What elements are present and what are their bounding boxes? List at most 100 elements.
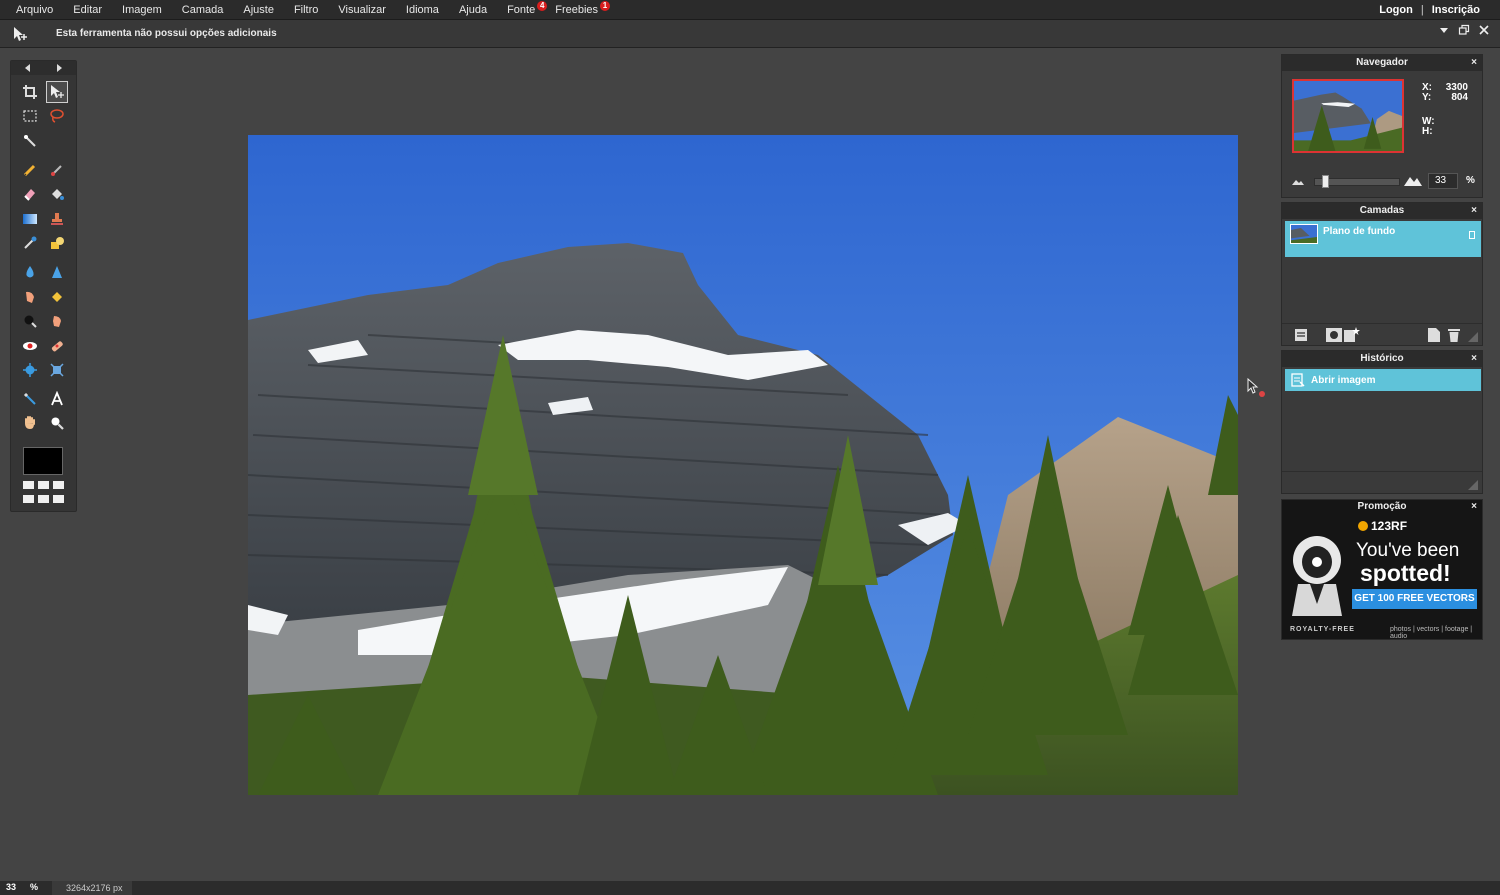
dodge-tool[interactable] xyxy=(46,310,68,332)
marquee-tool[interactable] xyxy=(19,105,41,127)
layers-close-icon[interactable]: × xyxy=(1471,203,1477,219)
magic-wand-tool[interactable] xyxy=(19,130,41,152)
menu-filtro[interactable]: Filtro xyxy=(284,0,328,20)
menu-fonte[interactable]: Fonte 4 xyxy=(497,0,548,20)
navigator-close-icon[interactable]: × xyxy=(1471,55,1477,71)
lasso-icon xyxy=(50,109,64,123)
crop-tool[interactable] xyxy=(19,81,41,103)
spy-mascot-icon xyxy=(1292,536,1342,616)
zoom-unit: % xyxy=(1466,175,1475,186)
hand-tool[interactable] xyxy=(19,412,41,434)
magnifier-icon xyxy=(51,417,64,430)
menu-camada[interactable]: Camada xyxy=(172,0,234,20)
collapse-left-icon[interactable] xyxy=(24,64,30,72)
history-close-icon[interactable]: × xyxy=(1471,351,1477,367)
zoom-input[interactable]: 33 xyxy=(1428,173,1458,189)
move-icon xyxy=(51,85,64,98)
navigator-preview xyxy=(1294,81,1402,151)
sharpen-tool[interactable] xyxy=(46,261,68,283)
burn-tool[interactable] xyxy=(19,310,41,332)
image-dimensions: 3264x2176 px xyxy=(52,881,132,895)
cursor-y: 804 xyxy=(1451,92,1468,103)
promo-brand[interactable]: 123RF xyxy=(1358,519,1407,533)
burn-icon xyxy=(24,315,37,328)
resize-grip-icon[interactable] xyxy=(1468,480,1478,490)
freebies-badge: 1 xyxy=(600,0,611,11)
move-tool-icon xyxy=(14,26,27,41)
layer-properties-icon[interactable] xyxy=(1294,328,1308,342)
signup-link[interactable]: Inscrição xyxy=(1432,4,1480,16)
magic-wand-icon xyxy=(24,135,36,147)
trash-icon[interactable] xyxy=(1448,328,1460,342)
eyedropper-tool[interactable] xyxy=(19,388,41,410)
zoom-out-mountain-icon[interactable] xyxy=(1292,176,1304,186)
move-tool[interactable] xyxy=(46,81,68,103)
menu-editar[interactable]: Editar xyxy=(63,0,112,20)
brand-logo-icon xyxy=(1358,521,1368,531)
history-item[interactable]: Abrir imagem xyxy=(1285,369,1481,391)
menu-visualizar[interactable]: Visualizar xyxy=(328,0,396,20)
color-replace-icon xyxy=(24,236,37,249)
resize-grip-icon[interactable] xyxy=(1468,332,1478,342)
layer-mask-icon[interactable] xyxy=(1326,328,1342,342)
pinch-tool[interactable] xyxy=(46,359,68,381)
promo-cta-button[interactable]: GET 100 FREE VECTORS xyxy=(1352,589,1477,609)
menu-imagem[interactable]: Imagem xyxy=(112,0,172,20)
promo-close-icon[interactable]: × xyxy=(1471,500,1477,514)
blur-tool[interactable] xyxy=(19,261,41,283)
history-entry: Abrir imagem xyxy=(1311,374,1376,386)
bloat-tool[interactable] xyxy=(19,359,41,381)
layer-effects-icon[interactable] xyxy=(1344,327,1360,343)
color-replace-tool[interactable] xyxy=(19,232,41,254)
menu-idioma[interactable]: Idioma xyxy=(396,0,449,20)
new-layer-icon[interactable] xyxy=(1428,328,1440,342)
shape-tool[interactable] xyxy=(46,232,68,254)
bucket-tool[interactable] xyxy=(46,183,68,205)
layer-name: Plano de fundo xyxy=(1323,226,1396,237)
layer-item[interactable]: Plano de fundo xyxy=(1285,221,1481,257)
sponge-tool[interactable] xyxy=(46,286,68,308)
status-zoom-unit: % xyxy=(30,882,39,892)
chevron-down-icon[interactable] xyxy=(1438,24,1450,36)
menu-freebies[interactable]: Freebies 1 xyxy=(545,0,611,20)
navigator-panel: Navegador × X: 3300 Y: 804 W: H: 33 % xyxy=(1281,54,1483,198)
login-link[interactable]: Logon xyxy=(1379,4,1413,16)
layer-thumbnail xyxy=(1290,224,1318,244)
history-footer xyxy=(1282,471,1482,493)
tool-grid-icon[interactable] xyxy=(23,481,64,505)
navigator-header: Navegador × xyxy=(1282,55,1482,71)
collapse-right-icon[interactable] xyxy=(57,64,63,72)
menubar: Arquivo Editar Imagem Camada Ajuste Filt… xyxy=(0,0,1500,20)
zoom-tool[interactable] xyxy=(46,412,68,434)
zoom-control: 33 % xyxy=(1292,173,1478,189)
zoom-in-mountain-icon[interactable] xyxy=(1404,173,1422,187)
zoom-slider-thumb[interactable] xyxy=(1322,175,1329,188)
lasso-tool[interactable] xyxy=(46,105,68,127)
menu-ajuda[interactable]: Ajuda xyxy=(449,0,497,20)
brush-tool[interactable] xyxy=(46,159,68,181)
pencil-icon xyxy=(23,164,36,177)
promo-royalty: ROYALTY-FREE xyxy=(1290,626,1355,633)
eraser-tool[interactable] xyxy=(19,183,41,205)
gradient-tool[interactable] xyxy=(19,208,41,230)
smudge-tool[interactable] xyxy=(19,286,41,308)
foreground-color-swatch[interactable] xyxy=(23,447,63,475)
close-window-icon[interactable] xyxy=(1478,24,1490,36)
navigator-thumbnail[interactable] xyxy=(1292,79,1404,153)
red-eye-tool[interactable] xyxy=(19,335,41,357)
image-canvas[interactable] xyxy=(248,135,1238,795)
status-zoom[interactable]: 33 xyxy=(6,882,16,892)
eyedropper-icon xyxy=(23,392,36,405)
restore-window-icon[interactable] xyxy=(1458,24,1470,36)
pencil-tool[interactable] xyxy=(19,159,41,181)
main-menu: Arquivo Editar Imagem Camada Ajuste Filt… xyxy=(0,0,611,20)
stamp-tool[interactable] xyxy=(46,208,68,230)
menu-arquivo[interactable]: Arquivo xyxy=(6,0,63,20)
promo-header: Promoção × xyxy=(1282,500,1482,514)
text-a-icon xyxy=(51,391,63,406)
spot-heal-tool[interactable] xyxy=(46,335,68,357)
menu-ajuste[interactable]: Ajuste xyxy=(233,0,284,20)
type-tool[interactable] xyxy=(46,388,68,410)
promo-line2: spotted! xyxy=(1360,560,1451,586)
layers-footer xyxy=(1282,323,1482,345)
